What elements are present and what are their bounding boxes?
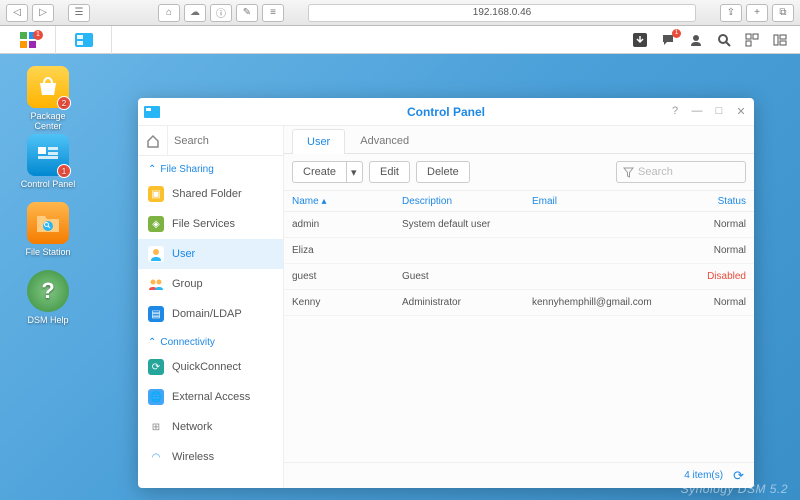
maximize-button[interactable]: □ <box>712 105 726 118</box>
desktop-label: File Station <box>25 247 70 257</box>
info-icon[interactable]: ⓘ <box>210 4 232 22</box>
wifi-icon: ◠ <box>148 449 164 465</box>
col-email[interactable]: Email <box>532 196 686 207</box>
folder-icon: ▣ <box>148 186 164 202</box>
domain-icon: ▤ <box>148 306 164 322</box>
desktop-control-panel[interactable]: 1 Control Panel <box>18 134 78 189</box>
sidebar-item-external-access[interactable]: 🌐External Access <box>138 382 283 412</box>
sidebar-search-input[interactable] <box>168 135 283 147</box>
close-button[interactable]: ✕ <box>734 105 748 118</box>
main-pane: User Advanced Create ▾ Edit Delete Searc… <box>284 126 754 488</box>
item-count: 4 item(s) <box>684 470 723 481</box>
col-description[interactable]: Description <box>402 196 532 207</box>
sidebar-home-button[interactable] <box>138 126 168 156</box>
desktop-label: DSM Help <box>27 315 68 325</box>
create-dropdown[interactable]: ▾ <box>347 161 363 183</box>
pilot-icon[interactable] <box>772 32 788 48</box>
group-icon <box>148 276 164 292</box>
sidebar-item-quickconnect[interactable]: ⟳QuickConnect <box>138 352 283 382</box>
control-panel-window: Control Panel ? — □ ✕ ⌃File Sharing ▣Sha… <box>138 98 754 488</box>
table-header: Name ▴ Description Email Status <box>284 190 754 212</box>
edit-button[interactable]: Edit <box>369 161 410 183</box>
main-menu-button[interactable]: 1 <box>0 26 56 54</box>
delete-button[interactable]: Delete <box>416 161 470 183</box>
desktop-label: Control Panel <box>21 179 76 189</box>
desktop-file-station[interactable]: File Station <box>18 202 78 257</box>
sidebar-item-file-services[interactable]: ◈File Services <box>138 209 283 239</box>
chat-badge: 1 <box>672 29 681 38</box>
col-status[interactable]: Status <box>686 196 746 207</box>
forward-button[interactable]: ▷ <box>32 4 54 22</box>
col-name[interactable]: Name ▴ <box>292 196 402 207</box>
sort-asc-icon: ▴ <box>321 196 326 207</box>
widgets-icon[interactable] <box>744 32 760 48</box>
menu-badge: 1 <box>33 30 43 40</box>
table-row[interactable]: KennyAdministratorkennyhemphill@gmail.co… <box>284 290 754 316</box>
window-title: Control Panel <box>407 105 485 119</box>
minimize-button[interactable]: — <box>690 105 704 118</box>
home-icon[interactable]: ⌂ <box>158 4 180 22</box>
sidebar-item-wireless[interactable]: ◠Wireless <box>138 442 283 472</box>
table-row[interactable]: adminSystem default userNormal <box>284 212 754 238</box>
user-icon[interactable] <box>688 32 704 48</box>
sidebar-item-network[interactable]: ⊞Network <box>138 412 283 442</box>
taskbar-control-panel[interactable] <box>56 26 112 54</box>
buffer-icon[interactable]: ≡ <box>262 4 284 22</box>
help-button[interactable]: ? <box>668 105 682 118</box>
quickconnect-icon: ⟳ <box>148 359 164 375</box>
tab-advanced[interactable]: Advanced <box>345 128 424 153</box>
window-app-icon <box>144 106 160 118</box>
chevron-down-icon: ⌃ <box>148 337 156 348</box>
create-button[interactable]: Create <box>292 161 347 183</box>
browser-toolbar: ◁ ▷ ☰ ⌂ ☁ ⓘ ✎ ≡ 192.168.0.46 ⇪ + ⧉ <box>0 0 800 26</box>
table-body: adminSystem default userNormalElizaNorma… <box>284 212 754 316</box>
filter-icon <box>623 167 634 178</box>
tab-bar: User Advanced <box>284 126 754 154</box>
evernote-icon[interactable]: ✎ <box>236 4 258 22</box>
globe-icon: 🌐 <box>148 389 164 405</box>
window-titlebar[interactable]: Control Panel ? — □ ✕ <box>138 98 754 126</box>
sidebar-item-user[interactable]: User <box>138 239 283 269</box>
services-icon: ◈ <box>148 216 164 232</box>
chevron-down-icon: ⌃ <box>148 164 156 175</box>
back-button[interactable]: ◁ <box>6 4 28 22</box>
sidebar-item-domain[interactable]: ▤Domain/LDAP <box>138 299 283 329</box>
desktop-label: Package Center <box>30 111 65 131</box>
chat-icon[interactable]: 1 <box>660 32 676 48</box>
brand-watermark: Synology DSM 5.2 <box>681 482 788 496</box>
share-button[interactable]: ⇪ <box>720 4 742 22</box>
dsm-taskbar: 1 1 <box>0 26 800 54</box>
section-file-sharing[interactable]: ⌃File Sharing <box>138 156 283 179</box>
address-bar[interactable]: 192.168.0.46 <box>308 4 696 22</box>
cloud-icon[interactable]: ☁ <box>184 4 206 22</box>
toolbar: Create ▾ Edit Delete Search <box>284 154 754 190</box>
sidebar: ⌃File Sharing ▣Shared Folder ◈File Servi… <box>138 126 284 488</box>
filter-input[interactable]: Search <box>616 161 746 183</box>
section-connectivity[interactable]: ⌃Connectivity <box>138 329 283 352</box>
desktop-dsm-help[interactable]: ? DSM Help <box>18 270 78 325</box>
tab-user[interactable]: User <box>292 129 345 154</box>
dsm-desktop: 1 1 2 Package Center 1 Control Panel Fil… <box>0 26 800 500</box>
new-tab-button[interactable]: + <box>746 4 768 22</box>
sidebar-item-shared-folder[interactable]: ▣Shared Folder <box>138 179 283 209</box>
desktop-package-center[interactable]: 2 Package Center <box>18 66 78 131</box>
download-icon[interactable] <box>632 32 648 48</box>
search-icon[interactable] <box>716 32 732 48</box>
sidebar-toggle-button[interactable]: ☰ <box>68 4 90 22</box>
table-row[interactable]: guestGuestDisabled <box>284 264 754 290</box>
sidebar-item-group[interactable]: Group <box>138 269 283 299</box>
tabs-button[interactable]: ⧉ <box>772 4 794 22</box>
network-icon: ⊞ <box>148 419 164 435</box>
table-row[interactable]: ElizaNormal <box>284 238 754 264</box>
user-icon <box>148 246 164 262</box>
